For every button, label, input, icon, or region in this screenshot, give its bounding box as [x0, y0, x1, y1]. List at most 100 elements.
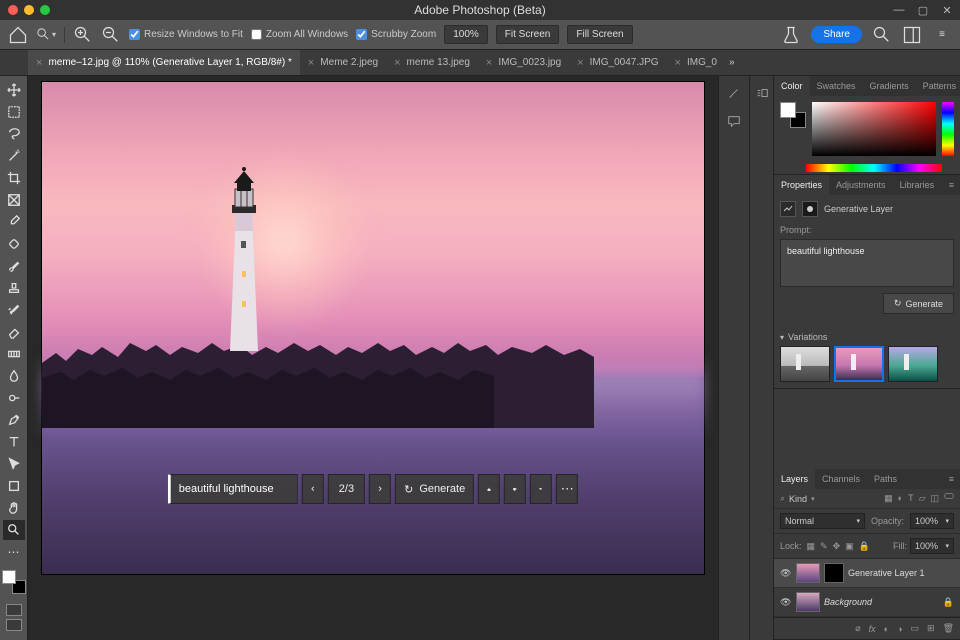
lock-pos-icon[interactable]: ✥ [833, 541, 841, 552]
tab-patterns[interactable]: Patterns [916, 76, 960, 96]
new-layer-icon[interactable]: ⊞ [927, 623, 935, 634]
history-panel-icon[interactable] [753, 84, 771, 102]
prompt-textbox[interactable]: beautiful lighthouse [780, 239, 954, 287]
minimize-window-button[interactable] [24, 5, 34, 15]
filter-type-icon[interactable]: T [908, 493, 914, 504]
eraser-tool[interactable] [3, 322, 25, 342]
zoom-all-checkbox[interactable]: Zoom All Windows [251, 29, 348, 40]
screen-mode-button[interactable] [6, 619, 22, 631]
fg-bg-swatches[interactable] [2, 570, 26, 594]
home-icon[interactable] [8, 25, 28, 45]
variation-thumb[interactable] [780, 346, 830, 382]
generate-button[interactable]: ↻Generate [395, 474, 474, 504]
path-select-tool[interactable] [3, 454, 25, 474]
layer-row[interactable]: 👁 Generative Layer 1 [774, 559, 960, 588]
search-icon[interactable]: ⌕ [780, 493, 785, 504]
layer-name[interactable]: Generative Layer 1 [848, 568, 954, 578]
document-tab[interactable]: ×IMG_0047.JPG [569, 50, 666, 75]
lock-trans-icon[interactable]: ▦ [807, 541, 816, 552]
blend-mode-dropdown[interactable]: Normal▾ [780, 513, 865, 529]
document-tab[interactable]: ×IMG_0 [667, 50, 725, 75]
zoom-all-input[interactable] [251, 29, 262, 40]
variation-thumb[interactable] [834, 346, 884, 382]
hue-footer[interactable] [774, 164, 960, 174]
tab-close-icon[interactable]: × [675, 57, 681, 69]
document-tab[interactable]: ×meme 13.jpeg [386, 50, 478, 75]
beaker-icon[interactable] [781, 25, 801, 45]
filter-adjust-icon[interactable]: ◐ [898, 493, 903, 504]
document-tab[interactable]: ×Meme 2.jpeg [300, 50, 386, 75]
type-tool[interactable] [3, 432, 25, 452]
dodge-tool[interactable] [3, 388, 25, 408]
brush-tool[interactable] [3, 256, 25, 276]
link-layers-icon[interactable]: ⌀ [855, 623, 860, 634]
zoom-100-button[interactable]: 100% [444, 25, 488, 44]
brushes-panel-icon[interactable] [725, 84, 743, 102]
fill-dropdown[interactable]: 100%▾ [910, 538, 954, 554]
prev-variation-button[interactable]: ‹ [302, 474, 324, 504]
move-tool[interactable] [3, 80, 25, 100]
layer-name[interactable]: Background [824, 597, 939, 607]
blur-tool[interactable] [3, 366, 25, 386]
lock-icon[interactable]: 🔒 [943, 597, 954, 608]
color-field[interactable] [812, 102, 936, 156]
properties-generate-button[interactable]: ↻Generate [883, 293, 954, 314]
tab-close-icon[interactable]: × [577, 57, 583, 69]
tab-color[interactable]: Color [774, 76, 810, 96]
layer-thumbnail[interactable] [796, 592, 820, 612]
prompt-input[interactable] [179, 483, 289, 495]
shape-tool[interactable] [3, 476, 25, 496]
filter-pixel-icon[interactable]: ▦ [884, 493, 893, 504]
fit-screen-button[interactable]: Fit Screen [496, 25, 560, 44]
tab-swatches[interactable]: Swatches [810, 76, 863, 96]
canvas-area[interactable]: ‹ 2/3 › ↻Generate ⋯ [28, 76, 718, 640]
wand-tool[interactable] [3, 146, 25, 166]
chevron-down-icon[interactable]: ▾ [780, 333, 784, 342]
scrubby-input[interactable] [356, 29, 367, 40]
thumbs-up-button[interactable] [478, 474, 500, 504]
layer-row[interactable]: 👁 Background 🔒 [774, 588, 960, 617]
zoom-in-icon[interactable] [73, 25, 93, 45]
filter-shape-icon[interactable]: ▱ [919, 493, 926, 504]
close-icon[interactable]: ✕ [940, 4, 954, 17]
lasso-tool[interactable] [3, 124, 25, 144]
zoom-tool[interactable] [3, 520, 25, 540]
tab-overflow-icon[interactable]: » [729, 57, 735, 68]
workspace-icon[interactable] [902, 25, 922, 45]
crop-tool[interactable] [3, 168, 25, 188]
tab-adjustments[interactable]: Adjustments [829, 175, 893, 195]
tab-paths[interactable]: Paths [867, 469, 904, 489]
filter-toggle[interactable] [944, 493, 954, 499]
document-canvas[interactable]: ‹ 2/3 › ↻Generate ⋯ [42, 82, 704, 574]
tab-close-icon[interactable]: × [394, 57, 400, 69]
tab-libraries[interactable]: Libraries [893, 175, 942, 195]
min-icon[interactable]: — [892, 4, 906, 17]
stamp-tool[interactable] [3, 278, 25, 298]
opacity-dropdown[interactable]: 100%▾ [910, 513, 954, 529]
frame-tool[interactable] [3, 190, 25, 210]
zoom-out-icon[interactable] [101, 25, 121, 45]
mask-icon[interactable]: ◐ [884, 624, 889, 634]
tab-close-icon[interactable]: × [36, 57, 42, 69]
marquee-tool[interactable] [3, 102, 25, 122]
quick-mask-button[interactable] [6, 604, 22, 616]
fill-screen-button[interactable]: Fill Screen [567, 25, 632, 44]
document-tab[interactable]: ×IMG_0023.jpg [478, 50, 569, 75]
panel-menu-icon[interactable]: ≡ [932, 25, 952, 45]
pen-tool[interactable] [3, 410, 25, 430]
layer-mask-thumbnail[interactable] [824, 563, 844, 583]
hue-strip[interactable] [942, 102, 954, 156]
hand-tool[interactable] [3, 498, 25, 518]
history-brush-tool[interactable] [3, 300, 25, 320]
search-icon[interactable] [872, 25, 892, 45]
group-icon[interactable]: ▭ [911, 623, 920, 634]
edit-toolbar[interactable]: ⋯ [3, 542, 25, 562]
maximize-window-button[interactable] [40, 5, 50, 15]
healing-tool[interactable] [3, 234, 25, 254]
document-tab[interactable]: ×meme–12.jpg @ 110% (Generative Layer 1,… [28, 50, 300, 75]
thumbs-down-button[interactable] [504, 474, 526, 504]
adjustment-icon[interactable]: ◑ [897, 624, 902, 634]
close-window-button[interactable] [8, 5, 18, 15]
lock-all-icon[interactable]: 🔒 [859, 541, 870, 552]
scrubby-zoom-checkbox[interactable]: Scrubby Zoom [356, 29, 436, 40]
